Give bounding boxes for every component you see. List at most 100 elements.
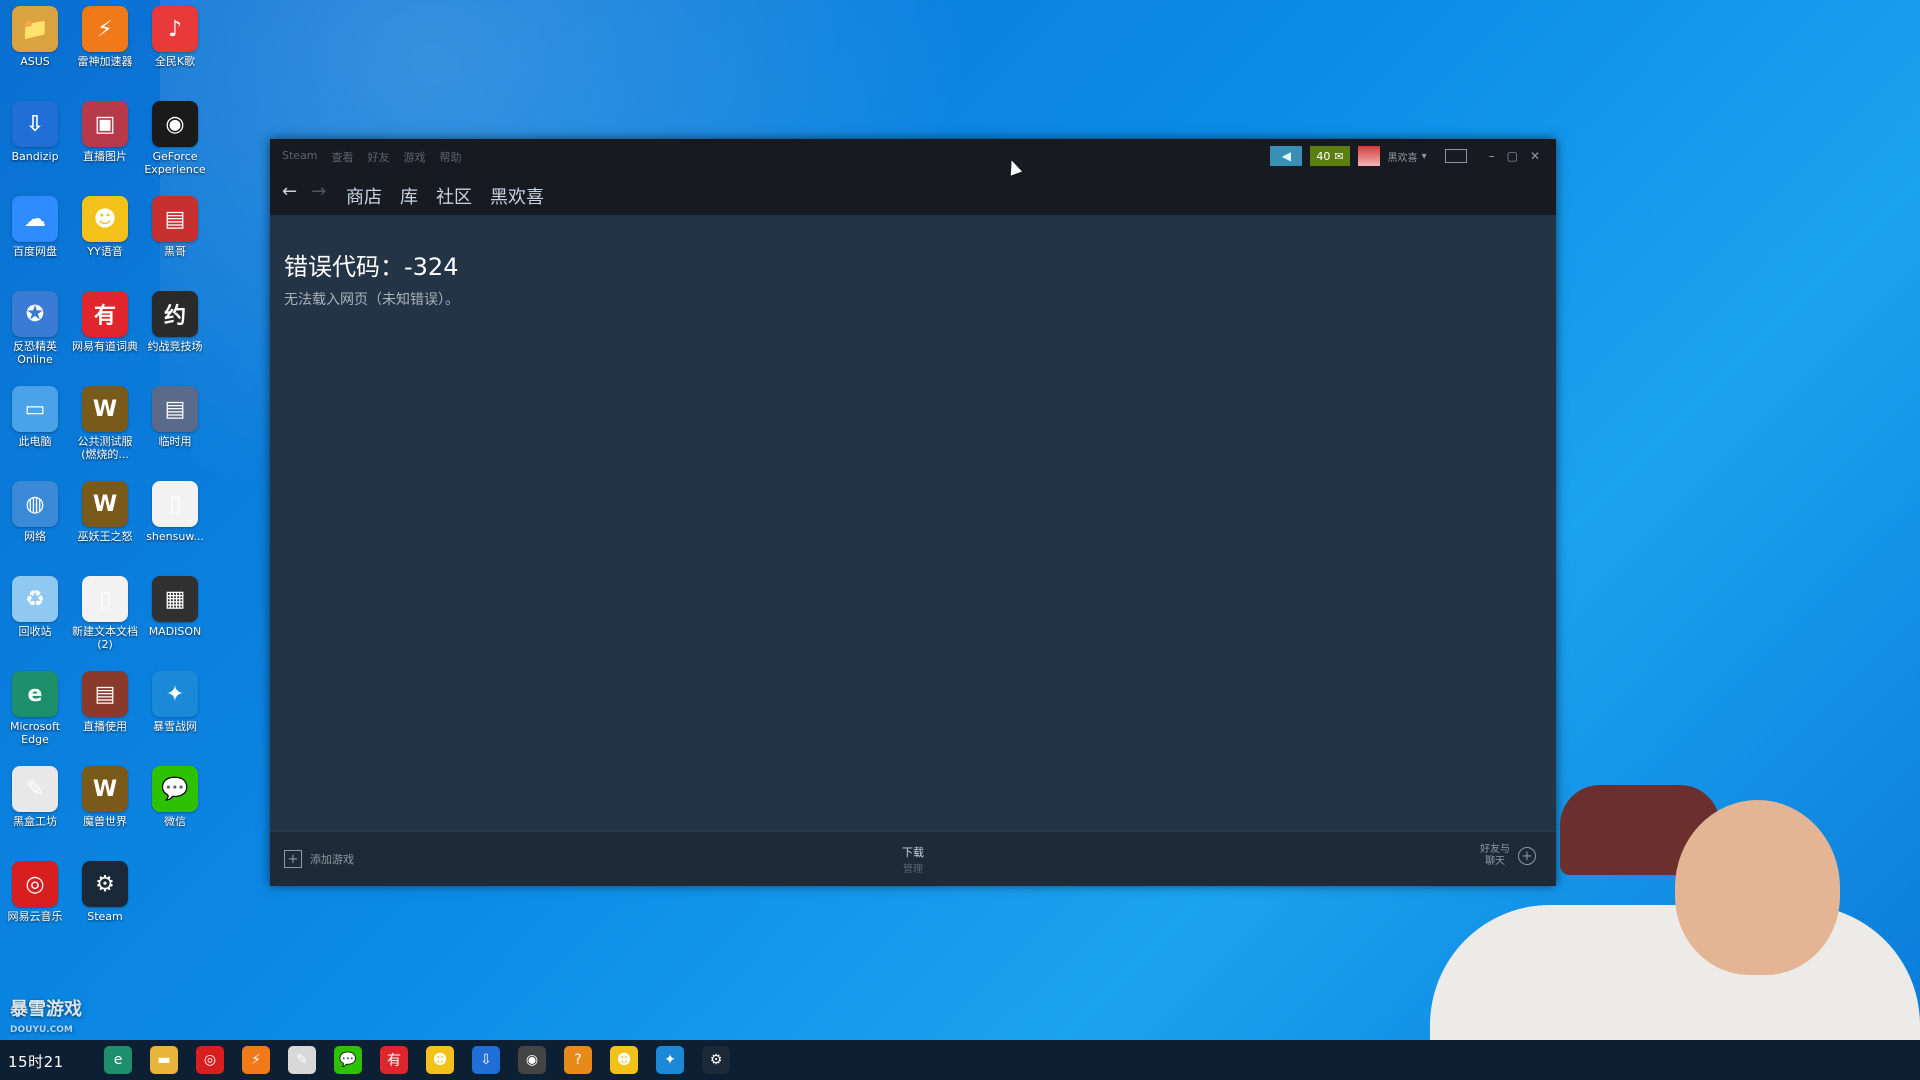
- desktop-icon[interactable]: ✦ 暴雪战网: [140, 671, 210, 733]
- app-icon: 📁: [12, 6, 58, 52]
- app-icon: W: [82, 766, 128, 812]
- desktop-icon[interactable]: ▯ 新建文本文档 (2): [70, 576, 140, 651]
- desktop-icon-label: 临时用: [158, 435, 192, 448]
- desktop-icon[interactable]: ◉ GeForce Experience: [140, 101, 210, 176]
- desktop-icon-label: 直播图片: [83, 150, 127, 163]
- desktop-icon-label: 全民K歌: [154, 55, 196, 68]
- app-icon: ✦: [152, 671, 198, 717]
- taskbar-app-icon[interactable]: ⇩: [472, 1046, 500, 1074]
- desktop-icon[interactable]: 📁 ASUS: [0, 6, 70, 68]
- desktop-icon[interactable]: ⇩ Bandizip: [0, 101, 70, 163]
- taskbar-app-icon[interactable]: 有: [380, 1046, 408, 1074]
- desktop-icon[interactable]: ▣ 直播图片: [70, 101, 140, 163]
- desktop-icon[interactable]: W 公共测试服(燃烧的...: [70, 386, 140, 461]
- steam-titlebar[interactable]: Steam 查看 好友 游戏 帮助 ◀ 40 ✉ 黑欢喜 ▾ – ▢ ✕: [270, 139, 1556, 173]
- desktop-icon[interactable]: W 巫妖王之怒: [70, 481, 140, 543]
- taskbar-app-icon[interactable]: ☻: [610, 1046, 638, 1074]
- add-game-button[interactable]: + 添加游戏: [284, 850, 354, 868]
- avatar[interactable]: [1357, 146, 1380, 166]
- broadcast-button[interactable]: ◀: [1270, 146, 1303, 166]
- desktop-icon-label: 魔兽世界: [83, 815, 127, 828]
- desktop-icon[interactable]: ▯ shensuw...: [140, 481, 210, 543]
- close-icon[interactable]: ✕: [1530, 149, 1540, 163]
- desktop-icon[interactable]: ♻ 回收站: [0, 576, 70, 638]
- app-icon: ▣: [82, 101, 128, 147]
- desktop-icon[interactable]: ▭ 此电脑: [0, 386, 70, 448]
- desktop-icon-label: 此电脑: [18, 435, 52, 448]
- desktop-icon[interactable]: ▤ 临时用: [140, 386, 210, 448]
- desktop-icon[interactable]: 💬 微信: [140, 766, 210, 828]
- taskbar-app-icon[interactable]: e: [104, 1046, 132, 1074]
- taskbar: 15时21 e ▬ ◎ ⚡ ✎ 💬 有 ☻ ⇩ ◉? ☻ ✦ ⚙: [0, 1040, 1920, 1080]
- back-arrow-icon[interactable]: ←: [282, 181, 297, 202]
- desktop-icon[interactable]: ▦ MADISON: [140, 576, 210, 638]
- app-icon: 有: [82, 291, 128, 337]
- desktop-icon-label: 公共测试服(燃烧的...: [77, 435, 133, 461]
- desktop-icon-label: 网易云音乐: [7, 910, 63, 923]
- desktop-icon[interactable]: ✪ 反恐精英Online: [0, 291, 70, 366]
- taskbar-app-icon[interactable]: ?: [564, 1046, 592, 1074]
- app-icon: ▭: [12, 386, 58, 432]
- taskbar-app-icon[interactable]: ⚡: [242, 1046, 270, 1074]
- app-icon: ▯: [152, 481, 198, 527]
- taskbar-app-icon[interactable]: ▬: [150, 1046, 178, 1074]
- desktop-icon[interactable]: 有网易有道词典: [70, 291, 140, 353]
- taskbar-app-icon[interactable]: ✦: [656, 1046, 684, 1074]
- taskbar-app-icon[interactable]: 💬: [334, 1046, 362, 1074]
- downloads-button[interactable]: 下载 管理: [902, 844, 924, 875]
- nav-store[interactable]: 商店: [346, 183, 382, 209]
- taskbar-app-icon[interactable]: ◉: [518, 1046, 546, 1074]
- big-picture-icon[interactable]: [1444, 149, 1467, 163]
- desktop-icon-label: Steam: [87, 910, 123, 923]
- desktop-icon[interactable]: ◎ 网易云音乐: [0, 861, 70, 923]
- menu-games[interactable]: 游戏: [404, 149, 426, 165]
- notifications-button[interactable]: 40 ✉: [1310, 146, 1350, 166]
- desktop-icon[interactable]: ◍ 网络: [0, 481, 70, 543]
- taskbar-app-icon[interactable]: ◎: [196, 1046, 224, 1074]
- app-icon: ♪: [152, 6, 198, 52]
- nav-profile[interactable]: 黑欢喜: [490, 183, 544, 209]
- taskbar-clock[interactable]: 15时21: [8, 1051, 64, 1072]
- desktop-icon[interactable]: e Microsoft Edge: [0, 671, 70, 746]
- app-icon: ▯: [82, 576, 128, 622]
- menu-view[interactable]: 查看: [332, 149, 354, 165]
- desktop-icon-label: Bandizip: [11, 150, 59, 163]
- desktop-icon[interactable]: ☻ YY语音: [70, 196, 140, 258]
- nav-library[interactable]: 库: [400, 183, 418, 209]
- desktop-icon[interactable]: ☁ 百度网盘: [0, 196, 70, 258]
- steam-navbar: ← → 商店 库 社区 黑欢喜: [270, 173, 1556, 215]
- maximize-icon[interactable]: ▢: [1507, 149, 1518, 163]
- desktop-icon-label: 微信: [164, 815, 186, 828]
- forward-arrow-icon[interactable]: →: [311, 181, 326, 202]
- minimize-icon[interactable]: –: [1489, 149, 1495, 163]
- app-icon: ☁: [12, 196, 58, 242]
- taskbar-app-icon[interactable]: ⚙: [702, 1046, 730, 1074]
- app-icon: ✪: [12, 291, 58, 337]
- menu-friends[interactable]: 好友: [368, 149, 390, 165]
- desktop-icon[interactable]: ✎ 黑盒工坊: [0, 766, 70, 828]
- app-icon: ◎: [12, 861, 58, 907]
- desktop-icon-grid: 📁 ASUS ⚡ 雷神加速器 ♪ 全民K歌 ⇩ Bandizip ▣ 直播图片 ◉ GeForce E…: [0, 0, 206, 1040]
- watermark-sub: DOUYU.COM: [10, 1025, 73, 1035]
- app-icon: ▤: [152, 196, 198, 242]
- person-head: [1675, 800, 1840, 975]
- menu-steam[interactable]: Steam: [282, 149, 318, 165]
- desktop-icon[interactable]: W 魔兽世界: [70, 766, 140, 828]
- taskbar-app-icon[interactable]: ☻: [426, 1046, 454, 1074]
- desktop-icon[interactable]: ♪ 全民K歌: [140, 6, 210, 68]
- desktop-icon[interactable]: 约约战竞技场: [140, 291, 210, 353]
- titlebar-controls: ◀ 40 ✉ 黑欢喜 ▾ – ▢ ✕: [1270, 146, 1540, 166]
- desktop-icon[interactable]: ▤ 直播使用: [70, 671, 140, 733]
- menu-help[interactable]: 帮助: [440, 149, 462, 165]
- desktop-icon[interactable]: ▤ 黑哥: [140, 196, 210, 258]
- desktop-icon-label: 百度网盘: [13, 245, 57, 258]
- taskbar-apps: e ▬ ◎ ⚡ ✎ 💬 有 ☻ ⇩ ◉? ☻ ✦ ⚙: [104, 1046, 730, 1074]
- app-icon: W: [82, 386, 128, 432]
- desktop-icon[interactable]: ⚡ 雷神加速器: [70, 6, 140, 68]
- watermark: 暴雪游戏 DOUYU.COM: [10, 1000, 100, 1040]
- nav-community[interactable]: 社区: [436, 183, 472, 209]
- desktop-icon-label: shensuw...: [146, 530, 204, 543]
- taskbar-app-icon[interactable]: ✎: [288, 1046, 316, 1074]
- account-menu[interactable]: 黑欢喜 ▾: [1388, 149, 1427, 164]
- desktop-icon[interactable]: ⚙ Steam: [70, 861, 140, 923]
